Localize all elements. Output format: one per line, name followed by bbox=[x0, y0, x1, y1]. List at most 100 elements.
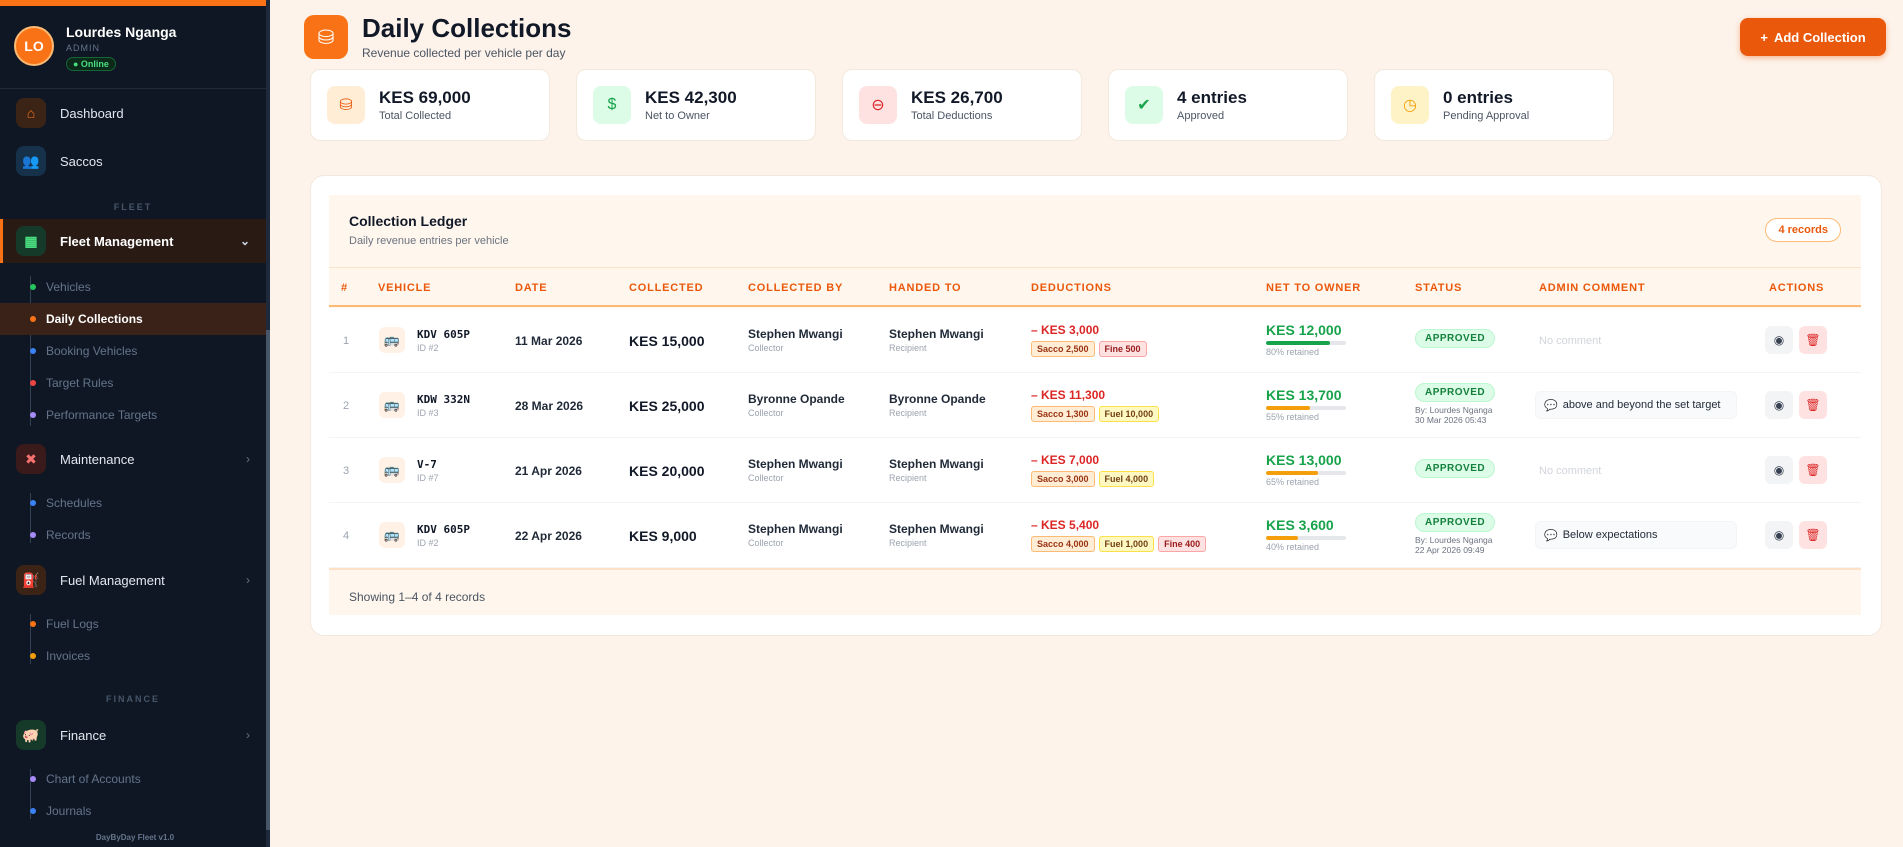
nav-dashboard[interactable]: ⌂ Dashboard bbox=[0, 89, 266, 137]
nav-finance[interactable]: 🐖 Finance › bbox=[0, 711, 266, 759]
stat-label: Total Deductions bbox=[911, 110, 993, 122]
online-badge: ● Online bbox=[66, 57, 116, 71]
vehicle-id: ID #2 bbox=[417, 343, 439, 353]
trash-icon: 🗑 bbox=[1805, 463, 1821, 477]
subnav-schedules-label: Schedules bbox=[46, 496, 103, 510]
vehicle-plate: KDW 332N bbox=[417, 393, 470, 406]
nav-saccos[interactable]: 👥 Saccos bbox=[0, 137, 266, 185]
view-button[interactable]: ◉ bbox=[1765, 521, 1793, 549]
subnav-chart-of-accounts[interactable]: Chart of Accounts bbox=[30, 770, 141, 788]
net-to-owner: KES 3,600 bbox=[1266, 517, 1334, 533]
retained-percent: 65% retained bbox=[1266, 477, 1320, 487]
stat-value: KES 69,000 bbox=[379, 88, 471, 107]
subnav-booking-vehicles[interactable]: Booking Vehicles bbox=[30, 342, 137, 360]
retained-percent: 80% retained bbox=[1266, 347, 1320, 357]
subnav-invoices[interactable]: Invoices bbox=[30, 647, 90, 665]
trash-icon: 🗑 bbox=[1805, 528, 1821, 542]
nav-maintenance[interactable]: ✖ Maintenance › bbox=[0, 435, 266, 483]
eye-icon: ◉ bbox=[1773, 333, 1785, 347]
status-badge: APPROVED bbox=[1415, 383, 1496, 402]
page-title: Daily Collections bbox=[362, 13, 572, 43]
subnav-performance-targets[interactable]: Performance Targets bbox=[30, 406, 157, 424]
admin-comment: Below expectations bbox=[1562, 529, 1658, 541]
bus-icon: 🚌 bbox=[379, 392, 405, 418]
plus-icon: + bbox=[1760, 29, 1768, 45]
fuel-pump-icon: ⛽ bbox=[16, 565, 46, 595]
subnav-target-rules-label: Target Rules bbox=[46, 376, 114, 390]
recipient-role: Recipient bbox=[889, 538, 927, 548]
net-to-owner: KES 12,000 bbox=[1266, 322, 1342, 338]
table-row[interactable]: 3 🚌 V-7 ID #7 21 Apr 2026 KES 20,000 Step… bbox=[329, 438, 1861, 503]
col-date: DATE bbox=[515, 282, 548, 294]
table-row[interactable]: 2 🚌 KDW 332N ID #3 28 Mar 2026 KES 25,000… bbox=[329, 373, 1861, 438]
approved-by: By: Lourdes Nganga 30 Mar 2026 05:43 bbox=[1415, 405, 1495, 425]
admin-comment: No comment bbox=[1539, 335, 1602, 347]
view-button[interactable]: ◉ bbox=[1765, 326, 1793, 354]
nav-fuel-management[interactable]: ⛽ Fuel Management › bbox=[0, 556, 266, 604]
dot-icon bbox=[30, 316, 36, 322]
coins-icon: ⛁ bbox=[304, 15, 348, 59]
subnav-schedules[interactable]: Schedules bbox=[30, 494, 102, 512]
subnav-journals[interactable]: Journals bbox=[30, 802, 91, 820]
stat-label: Total Collected bbox=[379, 110, 452, 122]
stat-value: 0 entries bbox=[1443, 88, 1513, 107]
deduction-tag-fine: Fine 400 bbox=[1158, 536, 1207, 552]
nav-dashboard-label: Dashboard bbox=[60, 105, 124, 121]
admin-comment: above and beyond the set target bbox=[1562, 399, 1721, 411]
subnav-target-rules[interactable]: Target Rules bbox=[30, 374, 113, 392]
subnav-fuel-logs[interactable]: Fuel Logs bbox=[30, 615, 99, 633]
collected-amount: KES 9,000 bbox=[629, 528, 697, 544]
collector-role: Collector bbox=[748, 343, 784, 353]
sidebar: LO Lourdes Nganga ADMIN ● Online ⌂ Dashb… bbox=[0, 0, 270, 847]
delete-button[interactable]: 🗑 bbox=[1799, 326, 1827, 354]
retained-bar bbox=[1266, 536, 1346, 540]
col-net-to-owner: NET TO OWNER bbox=[1266, 282, 1361, 294]
recipient-name: Stephen Mwangi bbox=[889, 522, 984, 536]
admin-comment-box: 💬 above and beyond the set target bbox=[1535, 391, 1737, 419]
clock-icon: ◷ bbox=[1391, 86, 1429, 124]
user-profile[interactable]: LO Lourdes Nganga ADMIN ● Online bbox=[0, 6, 270, 89]
collection-date: 22 Apr 2026 bbox=[515, 529, 582, 543]
add-collection-label: Add Collection bbox=[1773, 29, 1866, 45]
retained-bar-fill bbox=[1266, 471, 1318, 475]
dot-icon bbox=[30, 500, 36, 506]
delete-button[interactable]: 🗑 bbox=[1799, 521, 1827, 549]
recipient-role: Recipient bbox=[889, 408, 927, 418]
dot-icon bbox=[30, 776, 36, 782]
delete-button[interactable]: 🗑 bbox=[1799, 456, 1827, 484]
coins-icon: ⛁ bbox=[327, 86, 365, 124]
collector-name: Stephen Mwangi bbox=[748, 457, 843, 471]
bus-icon: 🚌 bbox=[379, 457, 405, 483]
recipient-name: Stephen Mwangi bbox=[889, 327, 984, 341]
section-finance: FINANCE bbox=[106, 694, 160, 704]
nav-fleet-management[interactable]: ▦ Fleet Management ⌄ bbox=[0, 219, 266, 263]
records-badge: 4 records bbox=[1765, 218, 1841, 242]
subnav-vehicles[interactable]: Vehicles bbox=[30, 278, 91, 296]
table-row[interactable]: 1 🚌 KDV 605P ID #2 11 Mar 2026 KES 15,000… bbox=[329, 308, 1861, 373]
collector-name: Byronne Opande bbox=[748, 392, 845, 406]
stat-value: 4 entries bbox=[1177, 88, 1247, 107]
row-number: 2 bbox=[343, 400, 350, 412]
warehouse-icon: ▦ bbox=[16, 226, 46, 256]
retained-percent: 55% retained bbox=[1266, 412, 1320, 422]
collected-amount: KES 20,000 bbox=[629, 463, 705, 479]
nav-maintenance-label: Maintenance bbox=[60, 451, 135, 467]
view-button[interactable]: ◉ bbox=[1765, 456, 1793, 484]
retained-bar-fill bbox=[1266, 406, 1310, 410]
user-role: ADMIN bbox=[66, 43, 100, 53]
net-to-owner: KES 13,700 bbox=[1266, 387, 1342, 403]
deduction-tag-fine: Fine 500 bbox=[1098, 341, 1147, 357]
subnav-records[interactable]: Records bbox=[30, 526, 91, 544]
table-row[interactable]: 4 🚌 KDV 605P ID #2 22 Apr 2026 KES 9,000 … bbox=[329, 503, 1861, 568]
collector-role: Collector bbox=[748, 473, 784, 483]
nav-finance-label: Finance bbox=[60, 727, 107, 743]
subnav-daily-collections[interactable]: Daily Collections bbox=[0, 303, 266, 335]
delete-button[interactable]: 🗑 bbox=[1799, 391, 1827, 419]
vehicle-plate: V-7 bbox=[417, 458, 437, 471]
deduction-total: – KES 5,400 bbox=[1031, 518, 1100, 532]
view-button[interactable]: ◉ bbox=[1765, 391, 1793, 419]
dot-icon bbox=[30, 621, 36, 627]
add-collection-button[interactable]: + Add Collection bbox=[1740, 18, 1886, 56]
vehicle-id: ID #7 bbox=[417, 473, 439, 483]
row-number: 3 bbox=[343, 465, 350, 477]
